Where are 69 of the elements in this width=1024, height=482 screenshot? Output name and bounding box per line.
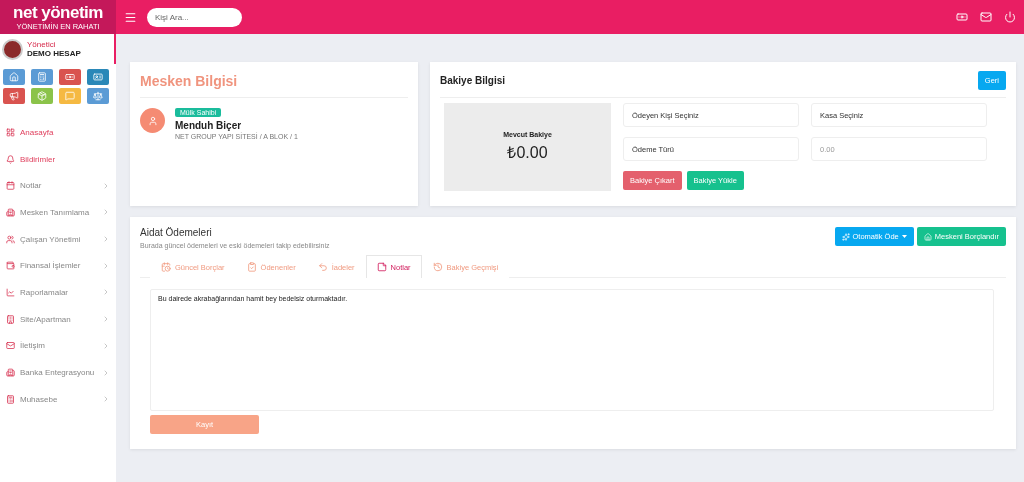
chart-icon <box>6 287 15 297</box>
sidebar-item[interactable]: Muhasebe <box>20 394 58 404</box>
calendar-clock-icon <box>161 262 171 272</box>
user-name: DEMO HESAP <box>27 49 81 58</box>
money-icon[interactable] <box>956 11 968 23</box>
sparkle-icon <box>841 232 850 241</box>
sidebar-item[interactable]: Banka Entegrasyonu <box>20 368 95 378</box>
mail-icon <box>6 341 15 351</box>
chevron-icon <box>102 235 110 244</box>
user-avatar <box>2 38 23 60</box>
quick-link-button[interactable] <box>59 88 81 104</box>
id-card-icon <box>93 72 103 82</box>
scales-icon <box>93 91 103 101</box>
house-icon <box>9 72 19 82</box>
history-icon <box>432 262 443 272</box>
building-icon <box>6 314 15 324</box>
quick-link-button[interactable] <box>31 69 53 85</box>
calendar-icon <box>6 181 15 191</box>
mail-icon[interactable] <box>980 11 992 23</box>
chevron-icon <box>102 181 110 190</box>
grid-icon <box>6 127 15 137</box>
note-icon <box>376 262 387 272</box>
quick-link-button[interactable] <box>3 69 25 85</box>
register-icon <box>37 72 47 82</box>
quick-link-button[interactable] <box>31 88 53 104</box>
sidebar-item[interactable]: Raporlamalar <box>20 287 69 297</box>
box-icon <box>37 91 47 101</box>
chevron-icon <box>102 341 110 350</box>
sidebar-item[interactable]: Bildirimler <box>20 154 56 164</box>
sidebar-item[interactable]: Çalışan Yönetimi <box>20 234 81 244</box>
chevron-icon <box>102 208 110 217</box>
chevron-icon <box>102 395 110 404</box>
clipboard-icon <box>246 262 257 272</box>
menu-icon[interactable] <box>124 10 137 24</box>
brand-name: net yönetim <box>13 3 103 21</box>
card-title: Bakiye Bilgisi <box>440 75 506 86</box>
power-icon[interactable] <box>1004 11 1016 23</box>
quick-link-button[interactable] <box>87 69 109 85</box>
card-title: Mesken Bilgisi <box>140 72 238 89</box>
user-icon <box>140 108 165 133</box>
chevron-icon <box>102 288 110 297</box>
calculator-icon <box>6 394 15 404</box>
sidebar-item[interactable]: İletişim <box>20 341 45 351</box>
search-field[interactable]: Kişi Ara... <box>147 7 242 27</box>
wallet-icon <box>6 261 15 271</box>
bell-icon <box>6 154 15 164</box>
quick-link-button[interactable] <box>87 88 109 104</box>
chevron-icon <box>102 315 110 324</box>
sidebar-item[interactable]: Mesken Tanımlama <box>20 207 90 217</box>
chat-icon <box>65 91 75 101</box>
user-role: Yönetici <box>27 40 57 49</box>
sidebar-item[interactable]: Anasayfa <box>20 127 54 137</box>
chevron-icon <box>102 261 110 270</box>
money-icon <box>65 72 75 82</box>
chevron-icon <box>102 368 110 377</box>
sidebar-item[interactable]: Site/Apartman <box>20 314 71 324</box>
quick-link-button[interactable] <box>59 69 81 85</box>
section-title: Aidat Ödemeleri <box>140 227 213 238</box>
undo-icon <box>317 262 328 272</box>
building-icon <box>6 207 15 217</box>
people-icon <box>6 234 15 244</box>
megaphone-icon <box>9 91 19 101</box>
sidebar-item[interactable]: Notlar <box>20 181 42 191</box>
caret-icon <box>901 235 907 238</box>
sidebar-item[interactable]: Finansal İşlemler <box>20 261 81 271</box>
quick-link-button[interactable] <box>3 88 25 104</box>
balance-value: ₺0.00 <box>507 143 548 163</box>
house-icon <box>923 232 932 241</box>
owner-name: Menduh Biçer <box>175 120 242 131</box>
